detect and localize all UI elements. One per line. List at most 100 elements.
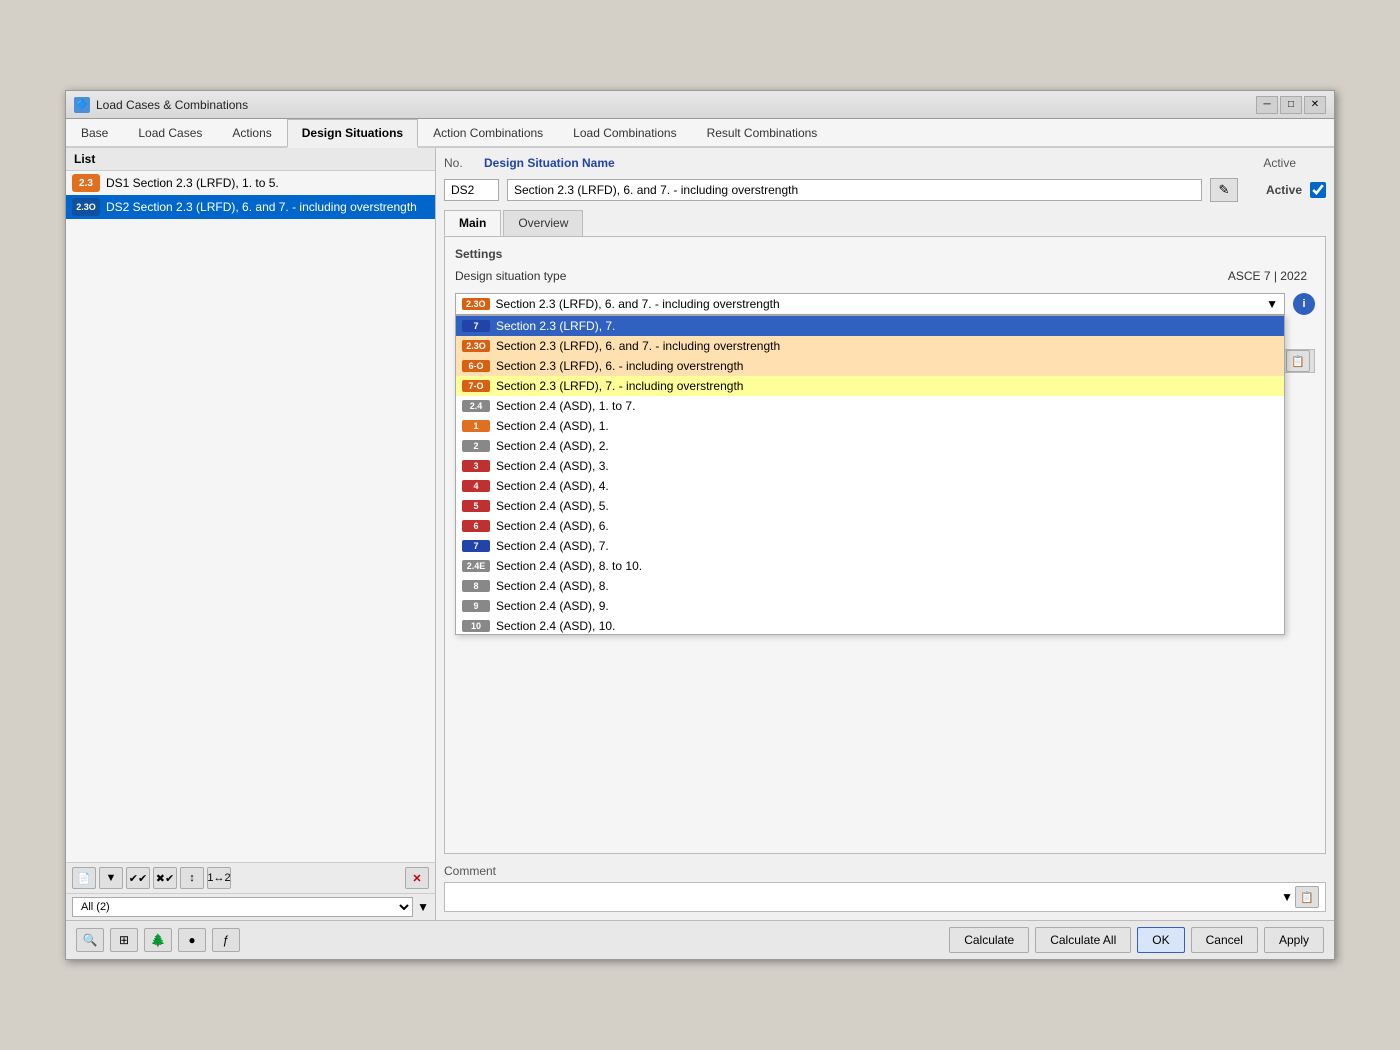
list-item[interactable]: 2.3 DS1 Section 2.3 (LRFD), 1. to 5. — [66, 171, 435, 195]
ds-field-row: ✎ Active — [444, 178, 1326, 202]
item-badge: 2 — [462, 440, 490, 452]
comment-section: Comment ▼ 📋 — [444, 864, 1326, 912]
tab-actions[interactable]: Actions — [217, 119, 286, 146]
sub-tab-main[interactable]: Main — [444, 210, 501, 236]
item-text: Section 2.4 (ASD), 10. — [496, 619, 615, 633]
titlebar-left: 🔷 Load Cases & Combinations — [74, 97, 248, 113]
tab-design-situations[interactable]: Design Situations — [287, 119, 418, 148]
tab-action-combinations[interactable]: Action Combinations — [418, 119, 558, 146]
filter-select[interactable]: All (2) — [72, 897, 413, 917]
main-content: List 2.3 DS1 Section 2.3 (LRFD), 1. to 5… — [66, 148, 1334, 920]
dropdown-item[interactable]: 4 Section 2.4 (ASD), 4. — [456, 476, 1284, 496]
apply-button[interactable]: Apply — [1264, 927, 1324, 953]
item-badge-ds2: 2.3O — [72, 198, 100, 216]
item-badge: 2.3O — [462, 340, 490, 352]
tab-result-combinations[interactable]: Result Combinations — [692, 119, 833, 146]
item-text: Section 2.4 (ASD), 2. — [496, 439, 609, 453]
left-panel: List 2.3 DS1 Section 2.3 (LRFD), 1. to 5… — [66, 148, 436, 920]
minimize-button[interactable]: ─ — [1256, 96, 1278, 114]
item-text: Section 2.4 (ASD), 6. — [496, 519, 609, 533]
item-text: Section 2.4 (ASD), 4. — [496, 479, 609, 493]
dropdown-item[interactable]: 5 Section 2.4 (ASD), 5. — [456, 496, 1284, 516]
standard-value: ASCE 7 | 2022 — [1228, 269, 1307, 283]
dropdown-item[interactable]: 7 Section 2.4 (ASD), 7. — [456, 536, 1284, 556]
new-dropdown-button[interactable]: ▼ — [99, 867, 123, 889]
list-item-selected[interactable]: 2.3O DS2 Section 2.3 (LRFD), 6. and 7. -… — [66, 195, 435, 219]
item-text: Section 2.3 (LRFD), 7. - including overs… — [496, 379, 743, 393]
item-text: Section 2.4 (ASD), 8. — [496, 579, 609, 593]
close-button[interactable]: ✕ — [1304, 96, 1326, 114]
item-text: Section 2.4 (ASD), 7. — [496, 539, 609, 553]
comment-copy-btn[interactable]: 📋 — [1295, 886, 1319, 908]
info-button[interactable]: i — [1293, 293, 1315, 315]
calculate-all-button[interactable]: Calculate All — [1035, 927, 1131, 953]
calculate-button[interactable]: Calculate — [949, 927, 1029, 953]
dropdown-item[interactable]: 10 Section 2.4 (ASD), 10. — [456, 616, 1284, 635]
item-badge: 7 — [462, 540, 490, 552]
dropdown-item[interactable]: 3 Section 2.4 (ASD), 3. — [456, 456, 1284, 476]
app-icon: 🔷 — [74, 97, 90, 113]
dropdown-item[interactable]: 2.3O Section 2.3 (LRFD), 6. and 7. - inc… — [456, 336, 1284, 356]
uncheck-all-button[interactable]: ✖✔ — [153, 867, 177, 889]
item-text: Section 2.4 (ASD), 3. — [496, 459, 609, 473]
tab-load-cases[interactable]: Load Cases — [123, 119, 217, 146]
tab-base[interactable]: Base — [66, 119, 123, 146]
sub-tab-overview[interactable]: Overview — [503, 210, 583, 236]
formula-icon-button[interactable]: ƒ — [212, 928, 240, 952]
dropdown-item[interactable]: 6-O Section 2.3 (LRFD), 6. - including o… — [456, 356, 1284, 376]
no-header: No. — [444, 156, 476, 170]
dropdown-item[interactable]: 2.4E Section 2.4 (ASD), 8. to 10. — [456, 556, 1284, 576]
dst-dropdown-container: 2.3O Section 2.3 (LRFD), 6. and 7. - inc… — [455, 293, 1285, 315]
item-badge: 1 — [462, 420, 490, 432]
delete-button[interactable]: ✕ — [405, 867, 429, 889]
tab-load-combinations[interactable]: Load Combinations — [558, 119, 691, 146]
dropdown-item[interactable]: 2.4 Section 2.4 (ASD), 1. to 7. — [456, 396, 1284, 416]
tree-icon-button[interactable]: 🌲 — [144, 928, 172, 952]
ds-name-header: Design Situation Name — [484, 156, 1255, 170]
dst-dropdown-selected[interactable]: 2.3O Section 2.3 (LRFD), 6. and 7. - inc… — [455, 293, 1285, 315]
item-badge: 7 — [462, 320, 490, 332]
comment-chevron-icon: ▼ — [1281, 890, 1293, 904]
menubar: Base Load Cases Actions Design Situation… — [66, 119, 1334, 148]
new-button[interactable]: 📄 — [72, 867, 96, 889]
item-badge: 8 — [462, 580, 490, 592]
inclusive-copy-btn[interactable]: 📋 — [1286, 350, 1310, 372]
comment-input[interactable] — [451, 890, 1281, 904]
check-all-button[interactable]: ✔✔ — [126, 867, 150, 889]
renumber-button[interactable]: 1↔2 — [207, 867, 231, 889]
active-label: Active — [1266, 183, 1302, 197]
dropdown-item[interactable]: 6 Section 2.4 (ASD), 6. — [456, 516, 1284, 536]
item-badge: 10 — [462, 620, 490, 632]
active-checkbox[interactable] — [1310, 182, 1326, 198]
dst-type-label: Design situation type — [455, 269, 1220, 283]
item-text: Section 2.4 (ASD), 9. — [496, 599, 609, 613]
sort-button[interactable]: ↕ — [180, 867, 204, 889]
ok-button[interactable]: OK — [1137, 927, 1184, 953]
settings-panel: Settings Design situation type ASCE 7 | … — [444, 237, 1326, 854]
dropdown-item[interactable]: 2 Section 2.4 (ASD), 2. — [456, 436, 1284, 456]
maximize-button[interactable]: □ — [1280, 96, 1302, 114]
comment-row: ▼ 📋 — [444, 882, 1326, 912]
dropdown-item[interactable]: 9 Section 2.4 (ASD), 9. — [456, 596, 1284, 616]
grid-icon-button[interactable]: ⊞ — [110, 928, 138, 952]
dropdown-item[interactable]: 1 Section 2.4 (ASD), 1. — [456, 416, 1284, 436]
item-badge: 6-O — [462, 360, 490, 372]
item-badge: 9 — [462, 600, 490, 612]
ds-name-input[interactable] — [507, 179, 1202, 201]
ds-id-input[interactable] — [444, 179, 499, 201]
dropdown-chevron-icon: ▼ — [1266, 297, 1278, 311]
main-window: 🔷 Load Cases & Combinations ─ □ ✕ Base L… — [65, 90, 1335, 960]
cancel-button[interactable]: Cancel — [1191, 927, 1258, 953]
dropdown-item[interactable]: 8 Section 2.4 (ASD), 8. — [456, 576, 1284, 596]
dot-icon-button[interactable]: ● — [178, 928, 206, 952]
item-text: Section 2.4 (ASD), 1. — [496, 419, 609, 433]
edit-button[interactable]: ✎ — [1210, 178, 1238, 202]
dropdown-item[interactable]: 7-O Section 2.3 (LRFD), 7. - including o… — [456, 376, 1284, 396]
bottom-left: 🔍 ⊞ 🌲 ● ƒ — [76, 928, 240, 952]
search-icon-button[interactable]: 🔍 — [76, 928, 104, 952]
item-badge: 2.4 — [462, 400, 490, 412]
list-toolbar: 📄 ▼ ✔✔ ✖✔ ↕ 1↔2 ✕ — [66, 862, 435, 893]
dropdown-item[interactable]: 7 Section 2.3 (LRFD), 7. — [456, 316, 1284, 336]
dst-dropdown-list: 7 Section 2.3 (LRFD), 7. 2.3O Section 2.… — [455, 315, 1285, 635]
item-badge: 6 — [462, 520, 490, 532]
